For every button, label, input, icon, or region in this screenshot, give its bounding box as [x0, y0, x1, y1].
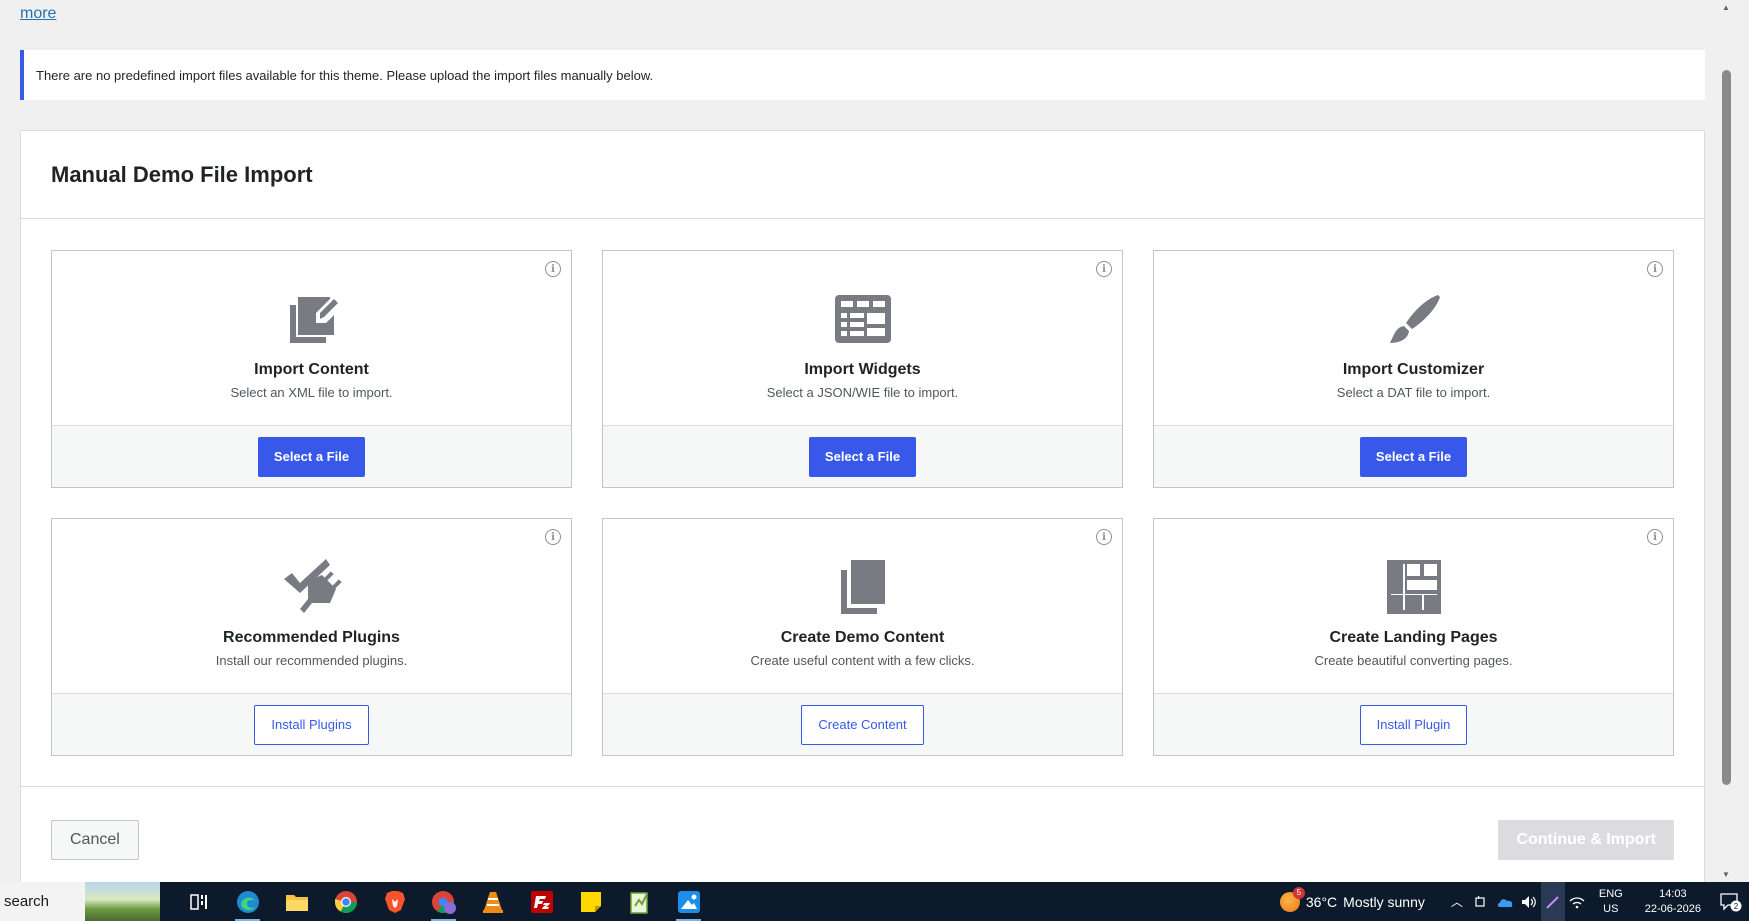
- select-json-file-button[interactable]: Select a File: [808, 436, 917, 477]
- chrome-profile-icon[interactable]: [419, 882, 468, 921]
- info-notice: There are no predefined import files ava…: [20, 50, 1705, 100]
- card-footer: Select a File: [52, 426, 571, 487]
- card-title: Import Content: [254, 361, 369, 378]
- language-code: ENG: [1598, 887, 1623, 900]
- info-icon[interactable]: i: [1647, 261, 1663, 277]
- taskbar-apps: [174, 882, 713, 921]
- filezilla-icon[interactable]: [517, 882, 566, 921]
- file-explorer-icon[interactable]: [272, 882, 321, 921]
- card-create-landing-pages: i Create Landing Pages Create beautiful …: [1153, 518, 1674, 756]
- info-icon[interactable]: i: [545, 529, 561, 545]
- info-icon[interactable]: i: [1647, 529, 1663, 545]
- manual-import-panel: Manual Demo File Import i Import Content…: [20, 130, 1705, 882]
- card-description: Select an XML file to import.: [230, 385, 393, 400]
- card-description: Create beautiful converting pages.: [1314, 653, 1513, 668]
- card-body: Create Landing Pages Create beautiful co…: [1154, 519, 1673, 694]
- create-content-button[interactable]: Create Content: [801, 704, 924, 745]
- sun-icon: 5: [1279, 886, 1305, 912]
- card-body: Import Content Select an XML file to imp…: [52, 251, 571, 426]
- card-body: Import Customizer Select a DAT file to i…: [1154, 251, 1673, 426]
- import-cards-grid: i Import Content Select an XML file to i…: [51, 250, 1674, 756]
- plugin-icon: [282, 557, 342, 617]
- card-import-widgets: i Import Widgets Select a JSON/WIE file …: [602, 250, 1123, 488]
- chrome-icon[interactable]: [321, 882, 370, 921]
- edge-browser-icon[interactable]: [223, 882, 272, 921]
- install-plugins-button[interactable]: Install Plugins: [254, 704, 369, 745]
- clock-date: 22-06-2026: [1644, 902, 1701, 915]
- cancel-button[interactable]: Cancel: [51, 820, 139, 860]
- info-icon[interactable]: i: [1096, 261, 1112, 277]
- vlc-player-icon[interactable]: [468, 882, 517, 921]
- vertical-scrollbar[interactable]: ▲ ▼: [1719, 0, 1734, 882]
- keyboard-region: US: [1603, 902, 1619, 915]
- layout-icon: [1384, 557, 1444, 617]
- onedrive-cloud-icon[interactable]: [1493, 882, 1517, 921]
- scroll-up-arrow-icon[interactable]: ▲: [1722, 3, 1730, 12]
- card-import-customizer: i Import Customizer Select a DAT file to…: [1153, 250, 1674, 488]
- paintbrush-icon: [1384, 289, 1444, 349]
- pages-icon: [833, 557, 893, 617]
- card-description: Create useful content with a few clicks.: [750, 653, 975, 668]
- weather-widget[interactable]: 5 36°C Mostly sunny: [1279, 886, 1425, 912]
- notifications-icon[interactable]: 2: [1713, 882, 1749, 921]
- wifi-icon[interactable]: [1565, 882, 1589, 921]
- info-icon[interactable]: i: [1096, 529, 1112, 545]
- taskbar-search-box[interactable]: search: [0, 882, 160, 921]
- continue-import-button[interactable]: Continue & Import: [1498, 820, 1674, 860]
- volume-icon[interactable]: [1517, 882, 1541, 921]
- scroll-down-arrow-icon[interactable]: ▼: [1722, 870, 1730, 879]
- card-title: Recommended Plugins: [223, 629, 400, 646]
- card-title: Import Customizer: [1342, 361, 1485, 378]
- card-footer: Install Plugins: [52, 694, 571, 755]
- panel-footer: Cancel Continue & Import: [21, 786, 1704, 882]
- system-tray: 5 36°C Mostly sunny ︿ ENG US 14:03 22-06…: [1279, 882, 1749, 921]
- edit-document-icon: [282, 289, 342, 349]
- search-highlight-image: [85, 882, 160, 921]
- pen-ink-icon[interactable]: [1540, 882, 1565, 921]
- widgets-table-icon: [833, 289, 893, 349]
- input-language-indicator[interactable]: ENG US: [1599, 887, 1623, 917]
- card-create-demo-content: i Create Demo Content Create useful cont…: [602, 518, 1123, 756]
- install-plugin-button[interactable]: Install Plugin: [1359, 704, 1468, 745]
- card-title: Create Landing Pages: [1329, 629, 1498, 646]
- card-description: Install our recommended plugins.: [215, 653, 408, 668]
- windows-taskbar: search 5 36°C Mostly sunny ︿ ENG US 14:0…: [0, 882, 1749, 921]
- clock-time: 14:03: [1659, 887, 1687, 900]
- search-label: search: [4, 893, 50, 910]
- card-recommended-plugins: i Recommended Plugins Install our recomm…: [51, 518, 572, 756]
- panel-header: Manual Demo File Import: [21, 131, 1704, 219]
- notice-text: There are no predefined import files ava…: [36, 67, 654, 83]
- show-hidden-icons-chevron-icon[interactable]: ︿: [1445, 882, 1469, 921]
- info-icon[interactable]: i: [545, 261, 561, 277]
- card-description: Select a JSON/WIE file to import.: [766, 385, 959, 400]
- learn-more-link[interactable]: more: [20, 5, 56, 23]
- taskbar-clock[interactable]: 14:03 22-06-2026: [1645, 887, 1701, 917]
- task-view-icon[interactable]: [174, 882, 223, 921]
- weather-badge: 5: [1292, 886, 1305, 899]
- brave-browser-icon[interactable]: [370, 882, 419, 921]
- weather-temperature: 36°C: [1305, 893, 1338, 910]
- card-body: Recommended Plugins Install our recommen…: [52, 519, 571, 694]
- photos-app-icon[interactable]: [664, 882, 713, 921]
- scrollbar-thumb[interactable]: [1722, 70, 1731, 785]
- card-footer: Install Plugin: [1154, 694, 1673, 755]
- select-dat-file-button[interactable]: Select a File: [1359, 436, 1468, 477]
- select-xml-file-button[interactable]: Select a File: [257, 436, 366, 477]
- card-import-content: i Import Content Select an XML file to i…: [51, 250, 572, 488]
- page: more There are no predefined import file…: [0, 0, 1734, 882]
- card-body: Create Demo Content Create useful conten…: [603, 519, 1122, 694]
- card-footer: Select a File: [1154, 426, 1673, 487]
- card-title: Create Demo Content: [780, 629, 945, 646]
- meet-now-icon[interactable]: [1469, 882, 1493, 921]
- weather-condition: Mostly sunny: [1343, 893, 1425, 910]
- card-body: Import Widgets Select a JSON/WIE file to…: [603, 251, 1122, 426]
- card-footer: Select a File: [603, 426, 1122, 487]
- sticky-notes-icon[interactable]: [566, 882, 615, 921]
- notepad-plus-icon[interactable]: [615, 882, 664, 921]
- card-footer: Create Content: [603, 694, 1122, 755]
- panel-title: Manual Demo File Import: [51, 161, 313, 187]
- notification-count: 2: [1734, 902, 1739, 911]
- card-title: Import Widgets: [804, 361, 921, 378]
- card-description: Select a DAT file to import.: [1336, 385, 1491, 400]
